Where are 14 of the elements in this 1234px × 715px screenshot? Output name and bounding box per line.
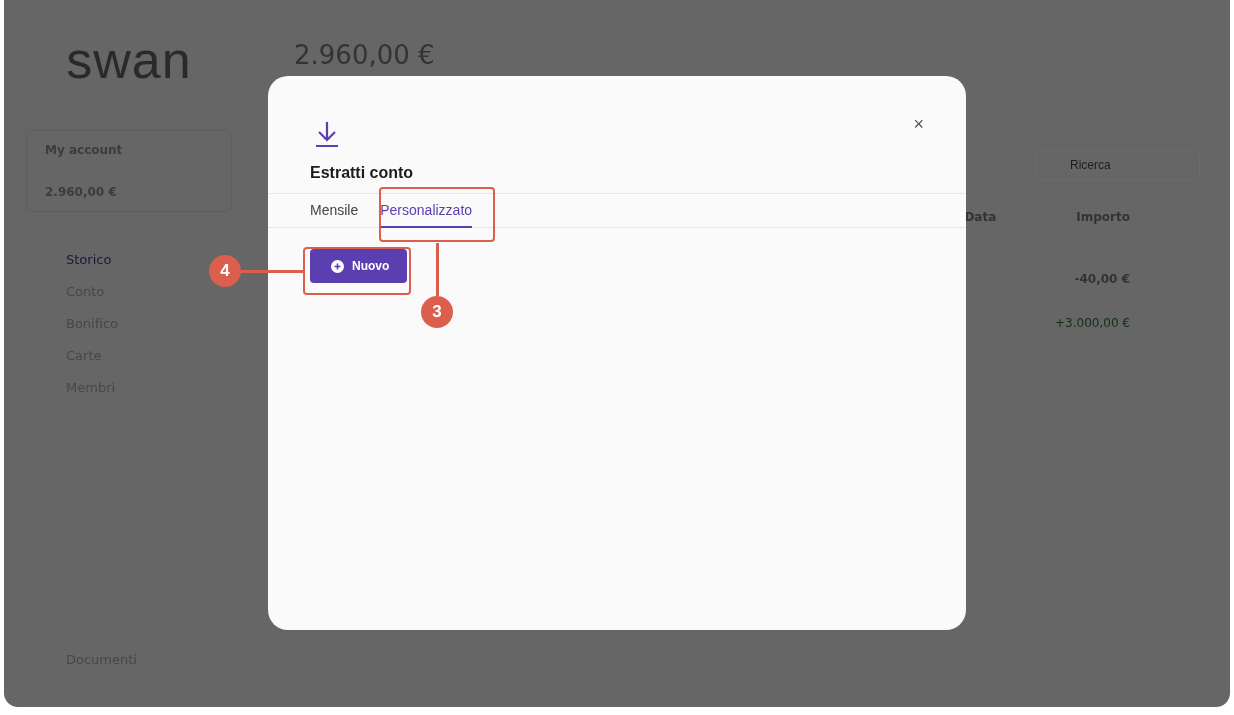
search-field[interactable]: Ricerca (1035, 150, 1200, 180)
logo: swan (65, 30, 193, 90)
leader-line (436, 243, 439, 296)
download-icon (315, 120, 339, 148)
nav-item[interactable]: Storico (66, 252, 112, 267)
modal-title: Estratti conto (310, 164, 415, 182)
tab[interactable]: Personalizzato (380, 194, 473, 228)
new-button[interactable]: Nuovo (310, 249, 408, 283)
plus-circle-icon (331, 259, 344, 273)
tab[interactable]: Mensile (310, 194, 359, 228)
step-badge: 4 (209, 255, 241, 287)
leader-line (240, 270, 303, 273)
amount-cell: +3.000,00 € (1055, 316, 1130, 330)
close-button[interactable]: × (909, 114, 928, 135)
